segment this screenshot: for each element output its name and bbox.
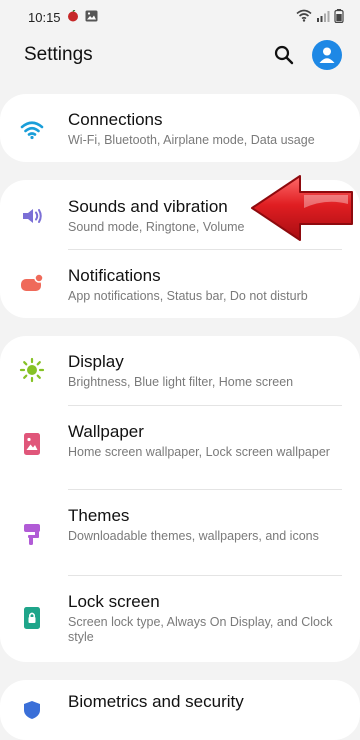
lock-icon [18, 604, 46, 632]
item-subtitle: Sound mode, Ringtone, Volume [68, 220, 245, 234]
wallpaper-icon [18, 430, 46, 458]
settings-item-connections[interactable]: Connections Wi-Fi, Bluetooth, Airplane m… [0, 94, 360, 162]
biometrics-icon [18, 696, 46, 724]
item-title: Sounds and vibration [68, 197, 228, 216]
notifications-icon [18, 270, 46, 298]
item-title: Biometrics and security [68, 692, 244, 711]
item-title: Display [68, 352, 124, 371]
settings-item-themes[interactable]: Themes Downloadable themes, wallpapers, … [0, 490, 360, 576]
wifi-status-icon [296, 9, 312, 25]
item-subtitle: Wi-Fi, Bluetooth, Airplane mode, Data us… [68, 133, 315, 147]
item-text: Themes Downloadable themes, wallpapers, … [68, 506, 319, 544]
item-subtitle: Screen lock type, Always On Display, and… [68, 615, 333, 644]
item-text: Connections Wi-Fi, Bluetooth, Airplane m… [68, 110, 315, 148]
settings-item-biometrics-and-security[interactable]: Biometrics and security [0, 680, 360, 740]
item-text: Wallpaper Home screen wallpaper, Lock sc… [68, 422, 330, 460]
red-arrow-icon [251, 175, 353, 241]
page-title: Settings [24, 44, 93, 65]
display-sun-icon [18, 356, 46, 384]
status-left: 10:15 [28, 9, 98, 25]
status-time: 10:15 [28, 9, 61, 25]
search-button[interactable] [270, 41, 298, 69]
card-biometrics: Biometrics and security [0, 680, 360, 740]
signal-icon [316, 10, 330, 25]
item-title: Wallpaper [68, 422, 144, 441]
item-subtitle: Home screen wallpaper, Lock screen wallp… [68, 445, 330, 459]
themes-icon [18, 520, 46, 548]
search-icon [274, 45, 294, 65]
profile-icon [319, 47, 335, 63]
settings-item-lock-screen[interactable]: Lock screen Screen lock type, Always On … [0, 576, 360, 662]
item-text: Biometrics and security [68, 692, 244, 712]
card-connections: Connections Wi-Fi, Bluetooth, Airplane m… [0, 94, 360, 162]
app-bar: Settings [0, 34, 360, 76]
wifi-icon [18, 116, 46, 144]
image-notification-icon [85, 10, 98, 25]
annotation-arrow [248, 172, 356, 246]
settings-item-display[interactable]: Display Brightness, Blue light filter, H… [0, 336, 360, 406]
item-subtitle: Downloadable themes, wallpapers, and ico… [68, 529, 319, 543]
app-notification-icon [67, 9, 79, 25]
item-subtitle: Brightness, Blue light filter, Home scre… [68, 375, 294, 389]
item-title: Lock screen [68, 592, 160, 611]
card-display-group: Display Brightness, Blue light filter, H… [0, 336, 360, 662]
status-right [296, 8, 344, 26]
item-title: Themes [68, 506, 130, 525]
settings-item-wallpaper[interactable]: Wallpaper Home screen wallpaper, Lock sc… [0, 406, 360, 490]
item-text: Sounds and vibration Sound mode, Rington… [68, 197, 245, 235]
item-text: Display Brightness, Blue light filter, H… [68, 352, 293, 390]
volume-icon [18, 202, 46, 230]
battery-icon [334, 8, 344, 26]
item-title: Notifications [68, 266, 161, 285]
item-title: Connections [68, 110, 163, 129]
settings-item-notifications[interactable]: Notifications App notifications, Status … [0, 250, 360, 318]
item-subtitle: App notifications, Status bar, Do not di… [68, 289, 308, 303]
account-avatar[interactable] [312, 40, 342, 70]
item-text: Lock screen Screen lock type, Always On … [68, 592, 344, 645]
app-bar-actions [270, 40, 342, 70]
item-text: Notifications App notifications, Status … [68, 266, 308, 304]
status-bar: 10:15 [0, 0, 360, 34]
